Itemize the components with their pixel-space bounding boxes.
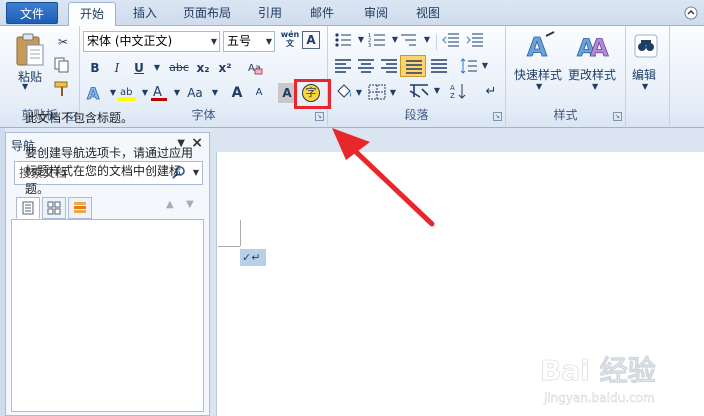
justify-button[interactable] [400,55,426,77]
paste-dropdown-arrow[interactable]: ▼ [22,82,28,91]
line-spacing-dropdown-arrow[interactable]: ▼ [474,56,496,76]
font-family-value: 宋体 (中文正文) [87,34,173,48]
editing-dropdown-arrow[interactable]: ▼ [642,82,648,91]
find-binoculars-icon[interactable] [632,32,660,60]
previous-result-icon[interactable]: ▲ [166,199,174,210]
tab-file[interactable]: 文件 [6,2,58,24]
quick-styles-button[interactable]: 快速样式 [514,66,562,83]
underline-dropdown-arrow[interactable]: ▼ [146,58,168,78]
justify-icon [406,60,422,74]
font-family-combo[interactable]: 宋体 (中文正文) ▼ [83,31,220,52]
align-right-icon[interactable] [380,58,398,74]
editing-button[interactable]: 编辑 [632,66,656,83]
phonetic-guide-label: wén [280,30,300,39]
tab-review[interactable]: 审阅 [356,2,396,26]
grow-font-button[interactable]: A [226,83,248,103]
change-styles-dropdown-arrow[interactable]: ▼ [592,82,598,91]
align-center-icon[interactable] [357,58,375,74]
shading-dropdown-arrow[interactable]: ▼ [348,83,370,103]
selected-paragraph-mark[interactable]: ✓↵ [240,249,266,266]
tab-mailings[interactable]: 邮件 [302,2,342,26]
paste-button[interactable]: 粘贴 [12,68,48,85]
group-styles: A 快速样式 ▼ AA 更改样式 ▼ 样式 ↘ [506,26,626,126]
multilevel-dropdown-arrow[interactable]: ▼ [416,30,438,50]
margin-corner-mark-v [240,220,241,246]
group-paragraph: ▼ 123 ▼ ▼ ▼ ▼ ▼ ▼ AZ ↵ 段落 ↘ [328,26,506,126]
watermark-url: jingyan.baidu.com [543,391,655,405]
strikethrough-button[interactable]: abc [166,58,192,78]
tab-browse-results[interactable] [68,197,92,219]
font-size-value: 五号 [227,34,252,48]
distributed-align-icon[interactable] [430,58,448,74]
styles-group-label: 样式 [553,108,578,122]
svg-text:A: A [450,84,455,92]
baidu-watermark: Bai 经验 jingyan.baidu.com [540,354,656,406]
change-case-dropdown-arrow[interactable]: ▼ [204,83,226,103]
increase-indent-icon[interactable] [466,32,484,48]
results-icon [74,202,86,213]
format-painter-icon[interactable] [54,81,70,97]
font-dialog-launcher[interactable]: ↘ [315,112,324,121]
shrink-font-button[interactable]: A [248,83,270,103]
align-left-icon[interactable] [334,58,352,74]
italic-button[interactable]: I [106,58,128,78]
tab-references[interactable]: 引用 [250,2,290,26]
svg-text:A: A [153,85,162,100]
chinese-layout-dropdown-arrow[interactable]: ▼ [426,81,448,101]
tab-browse-headings[interactable] [16,197,40,219]
phonetic-guide-button[interactable]: wén 文 [279,30,301,50]
tab-insert[interactable]: 插入 [128,2,162,26]
subscript-button[interactable]: x₂ [192,58,214,78]
bold-button[interactable]: B [84,58,106,78]
paste-icon[interactable] [14,32,46,68]
char-border-button[interactable]: A [302,31,320,49]
svg-text:ab: ab [120,87,132,98]
tab-home[interactable]: 开始 [68,2,116,27]
quick-styles-dropdown-arrow[interactable]: ▼ [536,82,542,91]
svg-text:Z: Z [450,92,455,100]
show-marks-icon[interactable]: ↵ [480,82,502,102]
tab-browse-pages[interactable] [42,197,66,219]
pages-grid-icon [47,201,61,215]
ribbon-tab-bar: 文件 开始 插入 页面布局 引用 邮件 审阅 视图 [0,0,704,27]
svg-text:3: 3 [368,43,371,48]
clear-formatting-icon[interactable]: Aa [246,59,264,77]
superscript-button[interactable]: x² [214,58,236,78]
copy-icon[interactable] [54,57,70,73]
minimize-ribbon-icon[interactable] [682,5,700,21]
borders-dropdown-arrow[interactable]: ▼ [382,83,404,103]
nav-help-message: 要创建导航选项卡，请通过应用标题样式在您的文档中创建标题。 [25,146,194,196]
nav-empty-message: 此文档不包含标题。 [25,111,134,125]
group-editing: 编辑 ▼ [626,26,670,126]
sort-icon[interactable]: AZ [450,82,468,100]
font-size-combo[interactable]: 五号 ▼ [223,31,275,52]
nav-pane-content [11,219,204,412]
next-result-icon[interactable]: ▼ [186,199,194,210]
decrease-indent-icon[interactable] [442,32,460,48]
styles-dialog-launcher[interactable]: ↘ [613,112,622,121]
tab-view[interactable]: 视图 [408,2,448,26]
paragraph-dialog-launcher[interactable]: ↘ [493,112,502,121]
svg-text:A: A [87,84,100,103]
change-styles-button[interactable]: 更改样式 [568,66,616,83]
tab-page-layout[interactable]: 页面布局 [178,2,236,26]
paragraph-group-label: 段落 [404,108,429,122]
headings-icon [22,201,34,215]
change-styles-icon[interactable]: AA [576,30,610,62]
watermark-text: Bai 经验 [540,354,656,387]
margin-corner-mark-h [218,246,240,247]
svg-text:A: A [590,34,609,62]
quick-styles-icon[interactable]: A [524,30,556,62]
highlight-box [294,79,331,109]
toolbar-separator [436,34,437,50]
svg-text:A: A [527,33,547,62]
cut-icon[interactable]: ✂ [52,32,74,52]
